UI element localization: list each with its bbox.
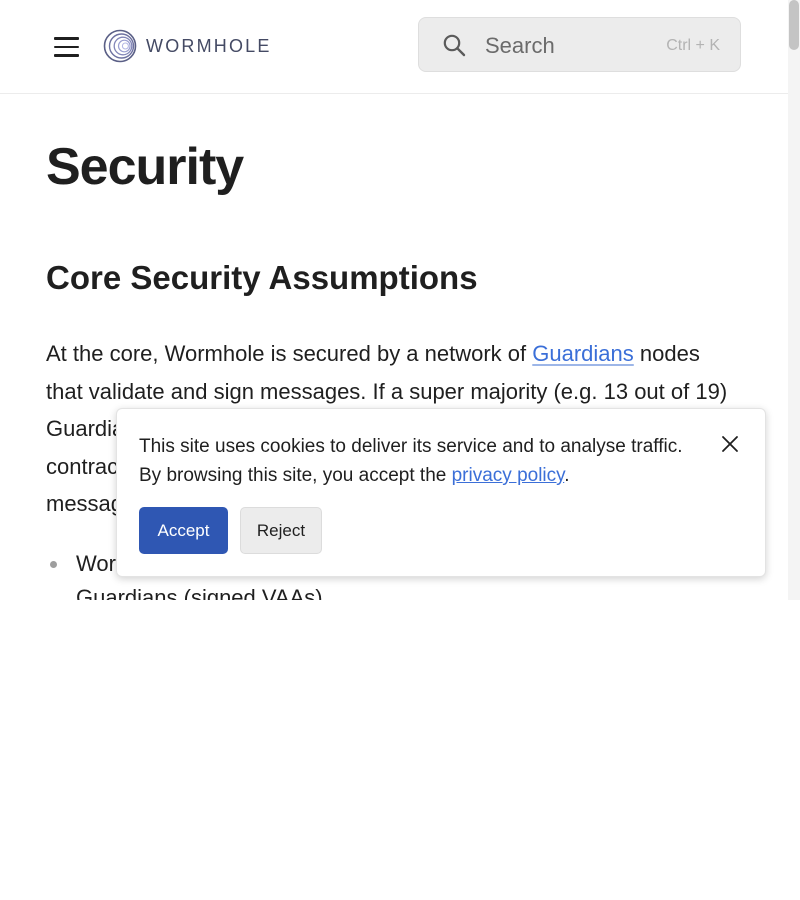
section-heading: Core Security Assumptions [46,259,478,296]
logo-link[interactable]: WORMHOLE [103,29,272,63]
search-shortcut-hint: Ctrl + K [666,37,720,54]
page-viewport: WORMHOLE Search Ctrl + K Security Core S… [0,0,800,600]
cookie-text-start: This site uses cookies to deliver its se… [139,436,683,486]
menu-icon-bar-top [54,37,79,40]
close-icon[interactable] [721,435,739,453]
top-header: WORMHOLE Search Ctrl + K [0,0,788,94]
wormhole-logo-icon [103,29,137,63]
menu-button[interactable] [54,37,79,57]
logo-text: WORMHOLE [146,35,272,56]
page-title: Security [46,138,244,196]
accept-button[interactable]: Accept [139,507,228,554]
privacy-policy-link[interactable]: privacy policy [452,465,565,486]
scrollbar-track[interactable] [788,0,800,600]
paragraph-text-start: At the core, Wormhole is secured by a ne… [46,341,533,366]
menu-icon-bar-middle [54,45,79,49]
search-icon [443,34,466,57]
menu-icon-bar-bottom [54,54,79,57]
cookie-text-end: . [564,465,570,486]
guardians-link[interactable]: Guardians [532,341,634,366]
search-box[interactable]: Search Ctrl + K [418,17,741,72]
search-placeholder: Search [485,33,555,58]
scrollbar-thumb[interactable] [789,0,799,50]
cookie-message: This site uses cookies to deliver its se… [139,432,699,490]
cookie-banner: This site uses cookies to deliver its se… [116,408,766,577]
reject-button[interactable]: Reject [240,507,322,554]
